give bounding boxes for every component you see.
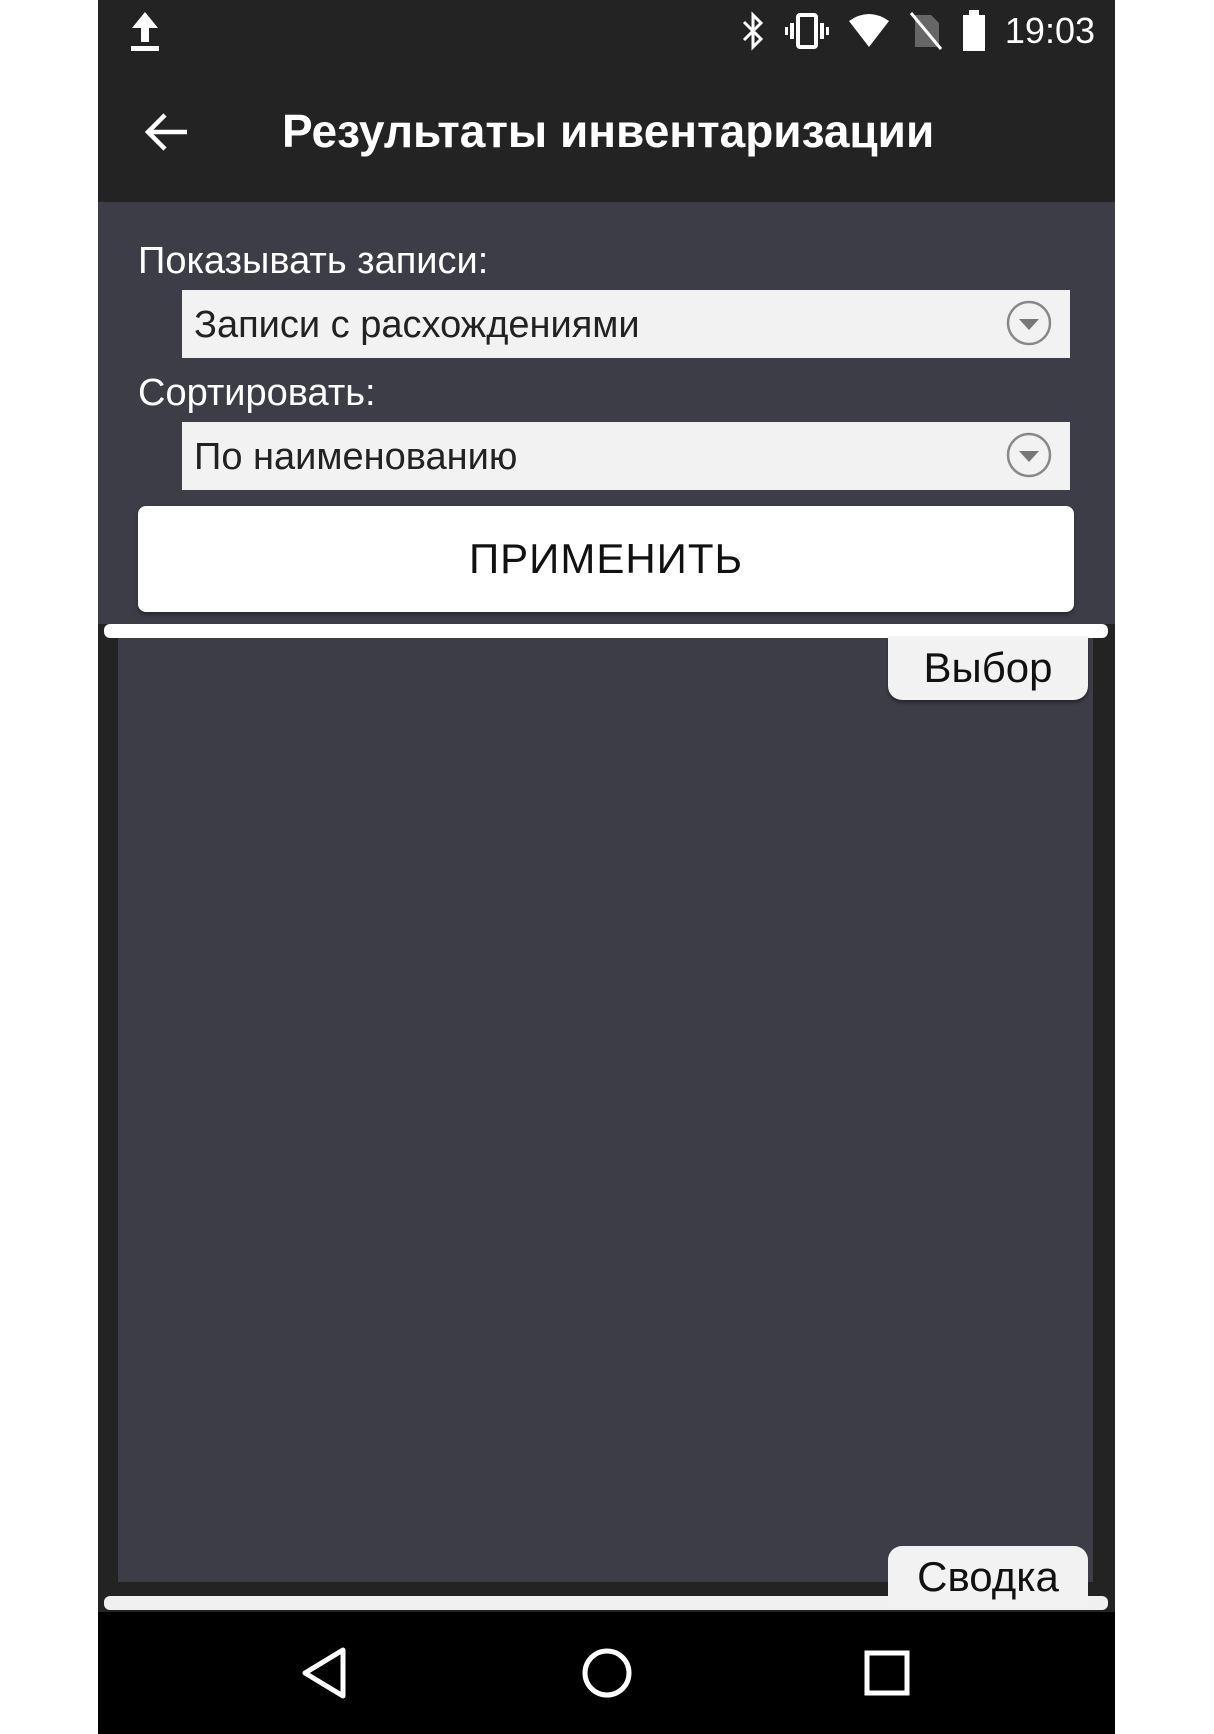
results-list[interactable]: [118, 638, 1093, 1582]
chevron-down-icon: [1006, 432, 1052, 478]
show-records-label: Показывать записи:: [138, 240, 489, 282]
status-icons: 19:03: [741, 8, 1095, 54]
status-time: 19:03: [1004, 10, 1095, 51]
app-bar: Результаты инвентаризации: [98, 62, 1115, 202]
wifi-icon: [847, 13, 891, 49]
recents-square-icon: [864, 1650, 910, 1696]
vibrate-icon: [784, 11, 829, 51]
page-title: Результаты инвентаризации: [282, 105, 935, 157]
home-circle-icon: [582, 1648, 632, 1698]
nav-home-button[interactable]: [572, 1638, 642, 1708]
back-triangle-icon: [302, 1647, 346, 1699]
back-button[interactable]: [138, 104, 194, 160]
show-records-value: Записи с расхождениями: [194, 304, 640, 346]
nav-back-button[interactable]: [290, 1638, 360, 1708]
apply-button[interactable]: ПРИМЕНИТЬ: [138, 506, 1074, 612]
sort-dropdown[interactable]: По наименованию: [182, 422, 1070, 490]
bluetooth-icon: [741, 11, 767, 51]
tab-selection[interactable]: Выбор: [888, 636, 1088, 700]
status-bar: 19:03: [98, 0, 1115, 62]
navigation-bar: [98, 1612, 1115, 1734]
chevron-down-icon: [1006, 300, 1052, 346]
phone-screen: 19:03 Результаты инвентаризации Показыва…: [98, 0, 1115, 1734]
sort-label: Сортировать:: [138, 372, 376, 414]
upload-icon: [128, 10, 162, 54]
show-records-dropdown[interactable]: Записи с расхождениями: [182, 290, 1070, 358]
nav-recents-button[interactable]: [852, 1638, 922, 1708]
tab-summary[interactable]: Сводка: [888, 1546, 1088, 1608]
no-sim-icon: [909, 11, 943, 51]
battery-icon: [961, 10, 987, 52]
sort-value: По наименованию: [194, 436, 518, 478]
arrow-left-icon: [144, 113, 187, 151]
